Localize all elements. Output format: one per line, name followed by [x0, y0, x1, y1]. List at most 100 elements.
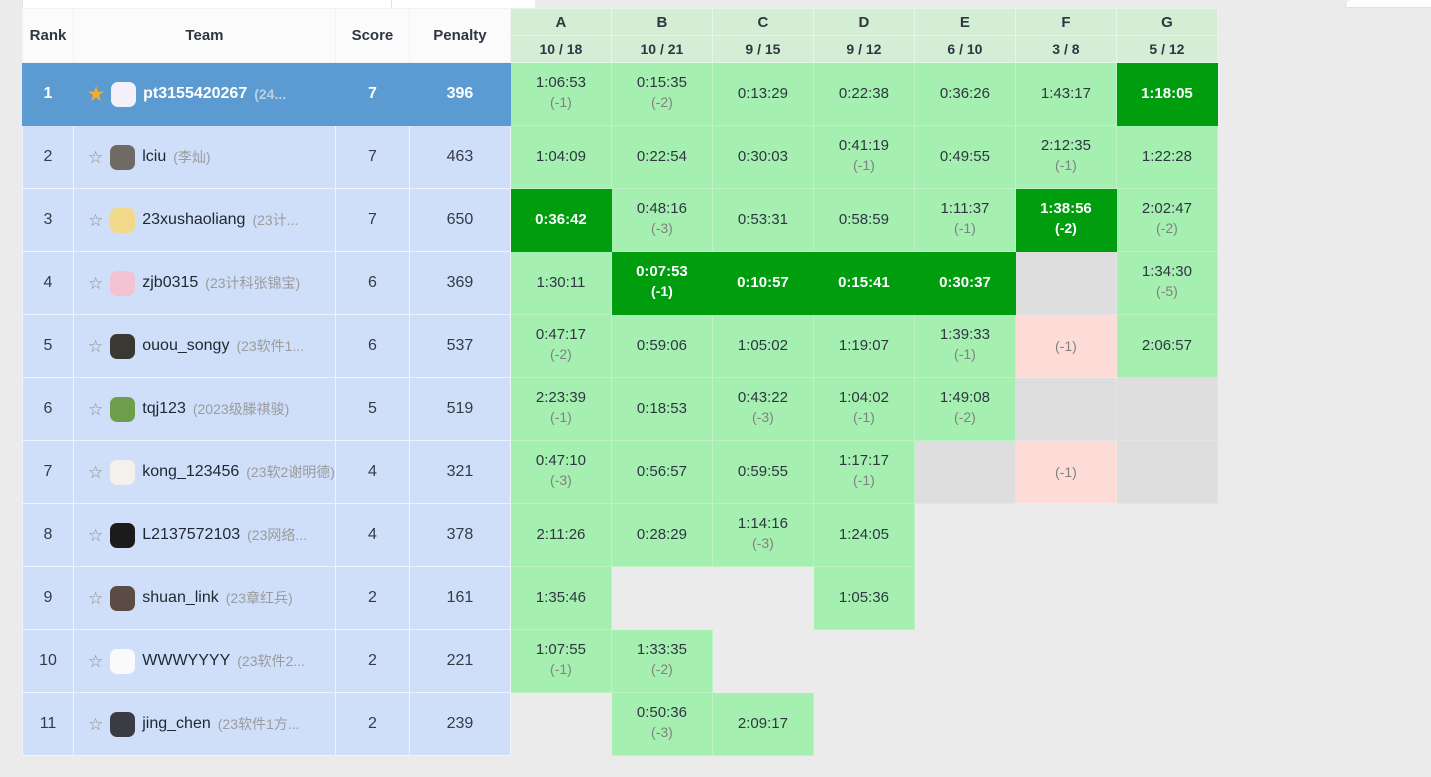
table-row[interactable]: 2 ☆ lciu (李灿) 7 463 1:04:09 0:22:54 0:30:03 0:41:…	[22, 125, 1218, 189]
column-header-rank[interactable]: Rank	[22, 8, 74, 63]
star-outline-icon[interactable]: ☆	[88, 149, 103, 166]
cell-problem-d[interactable]: 1:05:36	[812, 566, 915, 630]
cell-problem-d[interactable]: 0:22:38	[812, 62, 915, 126]
cell-team[interactable]: ☆ WWWYYYY (23软件2...	[73, 629, 336, 693]
cell-problem-e[interactable]: 1:11:37 (-1)	[913, 188, 1016, 252]
cell-problem-c[interactable]: 0:43:22 (-3)	[711, 377, 814, 441]
cell-team[interactable]: ☆ lciu (李灿)	[73, 125, 336, 189]
cell-problem-c[interactable]: 2:09:17	[711, 692, 814, 756]
team-name[interactable]: kong_123456	[142, 463, 239, 481]
star-outline-icon[interactable]: ☆	[88, 212, 103, 229]
cell-problem-d[interactable]	[812, 629, 915, 693]
cell-problem-f[interactable]: (-1)	[1014, 440, 1117, 504]
cell-problem-g[interactable]	[1115, 503, 1218, 567]
cell-problem-f[interactable]	[1014, 377, 1117, 441]
cell-team[interactable]: ☆ tqj123 (2023级滕祺骏)	[73, 377, 336, 441]
cell-problem-c[interactable]: 0:30:03	[711, 125, 814, 189]
cell-problem-c[interactable]: 0:13:29	[711, 62, 814, 126]
star-outline-icon[interactable]: ☆	[88, 401, 103, 418]
team-name[interactable]: L2137572103	[142, 526, 240, 544]
cell-problem-e[interactable]: 0:30:37	[913, 251, 1016, 315]
team-name[interactable]: ouou_songy	[142, 337, 229, 355]
cell-problem-f[interactable]: 1:38:56 (-2)	[1014, 188, 1117, 252]
star-outline-icon[interactable]: ☆	[88, 590, 103, 607]
cell-problem-g[interactable]	[1115, 692, 1218, 756]
cell-problem-c[interactable]	[711, 566, 814, 630]
team-name[interactable]: shuan_link	[142, 589, 219, 607]
cell-problem-a[interactable]: 0:47:10 (-3)	[509, 440, 612, 504]
cell-problem-e[interactable]	[913, 440, 1016, 504]
cell-problem-b[interactable]: 0:48:16 (-3)	[610, 188, 713, 252]
cell-problem-f[interactable]: 2:12:35 (-1)	[1014, 125, 1117, 189]
cell-problem-c[interactable]: 0:59:55	[711, 440, 814, 504]
cell-problem-f[interactable]: 1:43:17	[1014, 62, 1117, 126]
cell-problem-d[interactable]: 0:41:19 (-1)	[812, 125, 915, 189]
cell-problem-f[interactable]	[1014, 251, 1117, 315]
cell-problem-c[interactable]	[711, 629, 814, 693]
cell-problem-a[interactable]: 1:06:53 (-1)	[509, 62, 612, 126]
team-name[interactable]: WWWYYYY	[142, 652, 230, 670]
cell-problem-c[interactable]: 1:05:02	[711, 314, 814, 378]
cell-problem-e[interactable]	[913, 503, 1016, 567]
cell-problem-a[interactable]: 1:07:55 (-1)	[509, 629, 612, 693]
column-header-penalty[interactable]: Penalty	[408, 8, 511, 63]
cell-problem-b[interactable]: 0:56:57	[610, 440, 713, 504]
star-outline-icon[interactable]: ☆	[88, 716, 103, 733]
team-name[interactable]: jing_chen	[142, 715, 211, 733]
cell-team[interactable]: ☆ jing_chen (23软件1方...	[73, 692, 336, 756]
table-row[interactable]: 8 ☆ L2137572103 (23网络... 4 378 2:11:26 0:28:29 1…	[22, 503, 1218, 567]
team-name[interactable]: lciu	[142, 148, 166, 166]
cell-problem-f[interactable]	[1014, 503, 1117, 567]
cell-problem-e[interactable]: 0:49:55	[913, 125, 1016, 189]
cell-problem-a[interactable]: 1:35:46	[509, 566, 612, 630]
cell-problem-e[interactable]	[913, 629, 1016, 693]
cell-problem-c[interactable]: 1:14:16 (-3)	[711, 503, 814, 567]
cell-team[interactable]: ☆ kong_123456 (23软2谢明德)	[73, 440, 336, 504]
cell-problem-a[interactable]: 2:11:26	[509, 503, 612, 567]
table-row[interactable]: 11 ☆ jing_chen (23软件1方... 2 239 0:50:36 (-3) 2:0…	[22, 692, 1218, 756]
cell-problem-f[interactable]	[1014, 692, 1117, 756]
star-filled-icon[interactable]: ★	[88, 85, 104, 103]
cell-problem-g[interactable]	[1115, 566, 1218, 630]
table-row[interactable]: 3 ☆ 23xushaoliang (23计... 7 650 0:36:42 0:48:16…	[22, 188, 1218, 252]
table-row[interactable]: 5 ☆ ouou_songy (23软件1... 6 537 0:47:17 (-2) 0:59…	[22, 314, 1218, 378]
cell-team[interactable]: ☆ 23xushaoliang (23计...	[73, 188, 336, 252]
cell-problem-f[interactable]	[1014, 566, 1117, 630]
cell-problem-b[interactable]	[610, 566, 713, 630]
cell-problem-d[interactable]: 1:19:07	[812, 314, 915, 378]
team-name[interactable]: zjb0315	[142, 274, 198, 292]
table-row[interactable]: 4 ☆ zjb0315 (23计科张锦宝) 6 369 1:30:11 0:07:53 (-1)…	[22, 251, 1218, 315]
table-row[interactable]: 6 ☆ tqj123 (2023级滕祺骏) 5 519 2:23:39 (-1) 0:18:53…	[22, 377, 1218, 441]
cell-team[interactable]: ☆ L2137572103 (23网络...	[73, 503, 336, 567]
cell-problem-g[interactable]	[1115, 629, 1218, 693]
cell-problem-d[interactable]	[812, 692, 915, 756]
problem-header-b[interactable]: B	[610, 8, 713, 36]
cell-problem-e[interactable]	[913, 692, 1016, 756]
cell-team[interactable]: ☆ ouou_songy (23软件1...	[73, 314, 336, 378]
cell-problem-b[interactable]: 0:22:54	[610, 125, 713, 189]
cell-problem-g[interactable]: 2:06:57	[1115, 314, 1218, 378]
cell-problem-d[interactable]: 0:58:59	[812, 188, 915, 252]
cell-team[interactable]: ☆ shuan_link (23章红兵)	[73, 566, 336, 630]
cell-problem-d[interactable]: 0:15:41	[812, 251, 915, 315]
cell-problem-g[interactable]: 2:02:47 (-2)	[1115, 188, 1218, 252]
cell-problem-b[interactable]: 0:07:53 (-1)	[610, 251, 713, 315]
cell-problem-b[interactable]: 0:15:35 (-2)	[610, 62, 713, 126]
cell-problem-a[interactable]: 0:47:17 (-2)	[509, 314, 612, 378]
cell-problem-b[interactable]: 0:59:06	[610, 314, 713, 378]
team-name[interactable]: 23xushaoliang	[142, 211, 245, 229]
cell-problem-a[interactable]	[509, 692, 612, 756]
cell-problem-g[interactable]: 1:34:30 (-5)	[1115, 251, 1218, 315]
cell-problem-c[interactable]: 0:10:57	[711, 251, 814, 315]
column-header-team[interactable]: Team	[73, 8, 336, 63]
cell-problem-d[interactable]: 1:04:02 (-1)	[812, 377, 915, 441]
cell-problem-e[interactable]	[913, 566, 1016, 630]
column-header-score[interactable]: Score	[334, 8, 410, 63]
cell-problem-d[interactable]: 1:17:17 (-1)	[812, 440, 915, 504]
problem-header-e[interactable]: E	[913, 8, 1016, 36]
cell-problem-g[interactable]	[1115, 377, 1218, 441]
cell-problem-b[interactable]: 1:33:35 (-2)	[610, 629, 713, 693]
cell-problem-a[interactable]: 1:04:09	[509, 125, 612, 189]
table-row[interactable]: 1 ★ pt3155420267 (24... 7 396 1:06:53 (-1) 0:15:…	[22, 62, 1218, 126]
cell-problem-g[interactable]: 1:22:28	[1115, 125, 1218, 189]
